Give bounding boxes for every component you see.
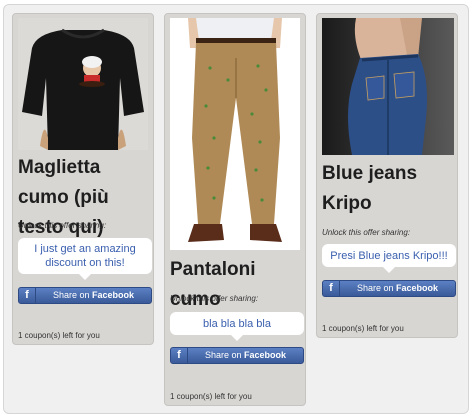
facebook-icon: f [171, 348, 188, 363]
product-title: Pantaloni cumo [170, 259, 256, 310]
offer-card-tshirt: Maglietta cumo (più testo qui) Unlock th… [12, 13, 154, 345]
product-image-jeans [322, 18, 454, 155]
unlock-offer-label: Unlock this offer sharing: [322, 228, 411, 237]
share-on-facebook-button[interactable]: f Share on Facebook [170, 347, 304, 364]
share-button-label: Share on Facebook [204, 350, 287, 360]
coupons-left: 1 coupon(s) left for you [18, 331, 100, 340]
unlock-offer-label: Unlock this offer sharing: [18, 221, 107, 230]
share-message-text: bla bla bla bla [203, 317, 271, 330]
share-button-label: Share on Facebook [356, 283, 439, 293]
product-image-tshirt [18, 18, 148, 150]
share-button-label: Share on Facebook [52, 290, 135, 300]
facebook-icon: f [19, 288, 36, 303]
share-on-facebook-button[interactable]: f Share on Facebook [18, 287, 152, 304]
share-message-text: Presi Blue jeans Kripo!!! [330, 249, 448, 262]
facebook-icon: f [323, 281, 340, 296]
offer-card-jeans: Blue jeans Kripo Unlock this offer shari… [316, 13, 458, 338]
unlock-offer-label: Unlock this offer sharing: [170, 294, 259, 303]
share-on-facebook-button[interactable]: f Share on Facebook [322, 280, 456, 297]
coupons-left: 1 coupon(s) left for you [170, 392, 252, 401]
share-message-bubble[interactable]: Presi Blue jeans Kripo!!! [322, 244, 456, 273]
product-title: Blue jeans Kripo [322, 163, 418, 214]
share-message-bubble[interactable]: bla bla bla bla [170, 312, 304, 341]
share-message-text: I just get an amazing discount on this! [34, 243, 136, 269]
share-message-bubble[interactable]: I just get an amazing discount on this! [18, 238, 152, 280]
product-image-trousers [170, 18, 300, 250]
coupons-left: 1 coupon(s) left for you [322, 324, 404, 333]
offer-card-trousers: Pantaloni cumo Unlock this offer sharing… [164, 13, 306, 406]
